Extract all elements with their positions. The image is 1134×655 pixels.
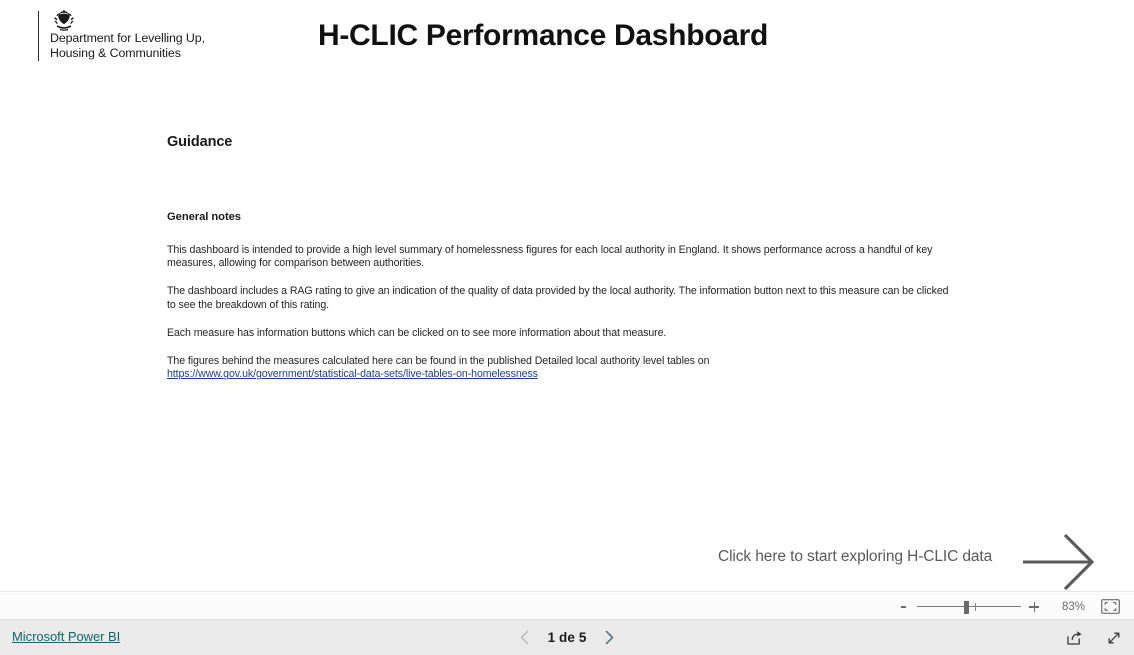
footer-actions [1065, 620, 1123, 655]
royal-crest-icon [51, 9, 77, 31]
zoom-controls: 83% [896, 593, 1120, 620]
zoom-level-label: 83% [1061, 600, 1085, 613]
department-name-line1: Department for Levelling Up, [50, 31, 205, 45]
page-title: H-CLIC Performance Dashboard [318, 19, 769, 52]
cta-label: Click here to start exploring H-CLIC dat… [718, 548, 993, 565]
share-export-icon[interactable] [1065, 629, 1083, 647]
note-paragraph-4: The figures behind the measures calculat… [167, 355, 957, 381]
zoom-status-strip: 83% [0, 593, 1134, 620]
fullscreen-expand-icon[interactable] [1105, 629, 1123, 647]
zoom-slider-track [917, 606, 1021, 608]
zoom-slider-handle[interactable] [964, 600, 969, 614]
page-navigation: 1 de 5 [0, 620, 1134, 655]
fit-to-page-icon[interactable] [1101, 599, 1120, 614]
general-notes-block: General notes This dashboard is intended… [167, 211, 957, 381]
chevron-left-icon[interactable] [518, 629, 532, 646]
general-notes-subheading: General notes [167, 211, 241, 223]
page-indicator: 1 de 5 [547, 630, 587, 645]
guidance-heading: Guidance [167, 134, 233, 150]
note-paragraph-3: Each measure has information buttons whi… [167, 326, 667, 339]
department-name-line2: Housing & Communities [50, 46, 181, 60]
note-paragraph-2: The dashboard includes a RAG rating to g… [167, 285, 949, 311]
footer-bar: Microsoft Power BI 1 de 5 [0, 620, 1134, 655]
logo-divider-rule [38, 11, 39, 61]
zoom-out-icon[interactable] [896, 599, 912, 615]
zoom-in-icon[interactable] [1026, 599, 1042, 615]
zoom-slider-tick [975, 602, 977, 611]
zoom-slider[interactable] [917, 599, 1021, 615]
chevron-right-icon[interactable] [602, 629, 616, 646]
live-tables-homelessness-link[interactable]: https://www.gov.uk/government/statistica… [167, 368, 538, 380]
arrow-right-icon[interactable] [1021, 527, 1099, 602]
report-canvas: Department for Levelling Up, Housing & C… [0, 0, 1134, 592]
note-paragraph-1: This dashboard is intended to provide a … [167, 244, 933, 270]
department-logo: Department for Levelling Up, Housing & C… [38, 9, 248, 63]
note-paragraph-4-text: The figures behind the measures calculat… [167, 355, 710, 368]
microsoft-power-bi-link[interactable]: Microsoft Power BI [12, 629, 120, 644]
